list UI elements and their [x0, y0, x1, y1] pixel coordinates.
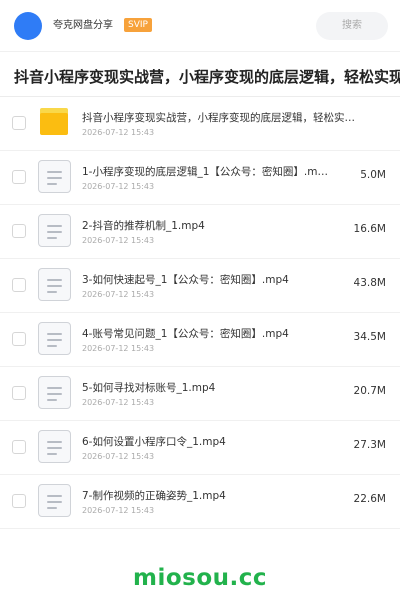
file-row[interactable]: 1-小程序变现的底层逻辑_1【公众号：密知圈】.m… 2026-07-12 15…: [0, 151, 400, 205]
file-row[interactable]: 3-如何快速起号_1【公众号：密知圈】.mp4 2026-07-12 15:43…: [0, 259, 400, 313]
file-size: 5.0M: [360, 169, 386, 181]
file-name[interactable]: 抖音小程序变现实战营，小程序变现的底层逻辑，轻松实…: [82, 111, 382, 125]
folder-icon: [40, 108, 68, 135]
document-icon: [38, 484, 71, 517]
site-watermark: miosou.cc: [132, 565, 268, 591]
file-name[interactable]: 3-如何快速起号_1【公众号：密知圈】.mp4: [82, 273, 344, 287]
file-date: 2026-07-12 15:43: [82, 128, 155, 137]
file-name[interactable]: 6-如何设置小程序口令_1.mp4: [82, 435, 344, 449]
document-icon: [38, 322, 71, 355]
file-date: 2026-07-12 15:43: [82, 182, 155, 191]
document-icon: [38, 376, 71, 409]
file-size: 16.6M: [353, 223, 386, 235]
file-date: 2026-07-12 15:43: [82, 506, 155, 515]
document-icon: [38, 214, 71, 247]
file-row[interactable]: 6-如何设置小程序口令_1.mp4 2026-07-12 15:43 27.3M: [0, 421, 400, 475]
file-date: 2026-07-12 15:43: [82, 398, 155, 407]
file-row[interactable]: 5-如何寻找对标账号_1.mp4 2026-07-12 15:43 20.7M: [0, 367, 400, 421]
file-row[interactable]: 7-制作视频的正确姿势_1.mp4 2026-07-12 15:43 22.6M: [0, 475, 400, 529]
select-checkbox[interactable]: [12, 332, 26, 346]
file-row[interactable]: 2-抖音的推荐机制_1.mp4 2026-07-12 15:43 16.6M: [0, 205, 400, 259]
file-size: 43.8M: [353, 277, 386, 289]
file-name[interactable]: 1-小程序变现的底层逻辑_1【公众号：密知圈】.m…: [82, 165, 344, 179]
select-checkbox[interactable]: [12, 278, 26, 292]
file-size: 20.7M: [353, 385, 386, 397]
select-checkbox[interactable]: [12, 170, 26, 184]
file-row[interactable]: 抖音小程序变现实战营，小程序变现的底层逻辑，轻松实… 2026-07-12 15…: [0, 97, 400, 151]
sharer-name[interactable]: 夸克网盘分享: [53, 19, 113, 33]
file-name[interactable]: 5-如何寻找对标账号_1.mp4: [82, 381, 344, 395]
file-row[interactable]: 4-账号常见问题_1【公众号：密知圈】.mp4 2026-07-12 15:43…: [0, 313, 400, 367]
select-checkbox[interactable]: [12, 386, 26, 400]
document-icon: [38, 430, 71, 463]
file-size: 27.3M: [353, 439, 386, 451]
file-name[interactable]: 2-抖音的推荐机制_1.mp4: [82, 219, 344, 233]
file-size: 34.5M: [353, 331, 386, 343]
document-icon: [38, 160, 71, 193]
file-date: 2026-07-12 15:43: [82, 236, 155, 245]
top-bar: 夸克网盘分享 SVIP 搜索: [0, 0, 400, 52]
sharer-avatar[interactable]: [14, 12, 42, 40]
file-date: 2026-07-12 15:43: [82, 452, 155, 461]
select-checkbox[interactable]: [12, 224, 26, 238]
search-input[interactable]: 搜索: [316, 12, 388, 40]
file-name[interactable]: 4-账号常见问题_1【公众号：密知圈】.mp4: [82, 327, 344, 341]
file-date: 2026-07-12 15:43: [82, 290, 155, 299]
file-date: 2026-07-12 15:43: [82, 344, 155, 353]
share-title: 抖音小程序变现实战营，小程序变现的底层逻辑，轻松实现: [14, 68, 400, 86]
select-checkbox[interactable]: [12, 494, 26, 508]
select-checkbox[interactable]: [12, 440, 26, 454]
document-icon: [38, 268, 71, 301]
file-size: 22.6M: [353, 493, 386, 505]
file-list: 抖音小程序变现实战营，小程序变现的底层逻辑，轻松实… 2026-07-12 15…: [0, 97, 400, 529]
select-checkbox[interactable]: [12, 116, 26, 130]
file-name[interactable]: 7-制作视频的正确姿势_1.mp4: [82, 489, 344, 503]
svip-badge: SVIP: [124, 18, 152, 32]
